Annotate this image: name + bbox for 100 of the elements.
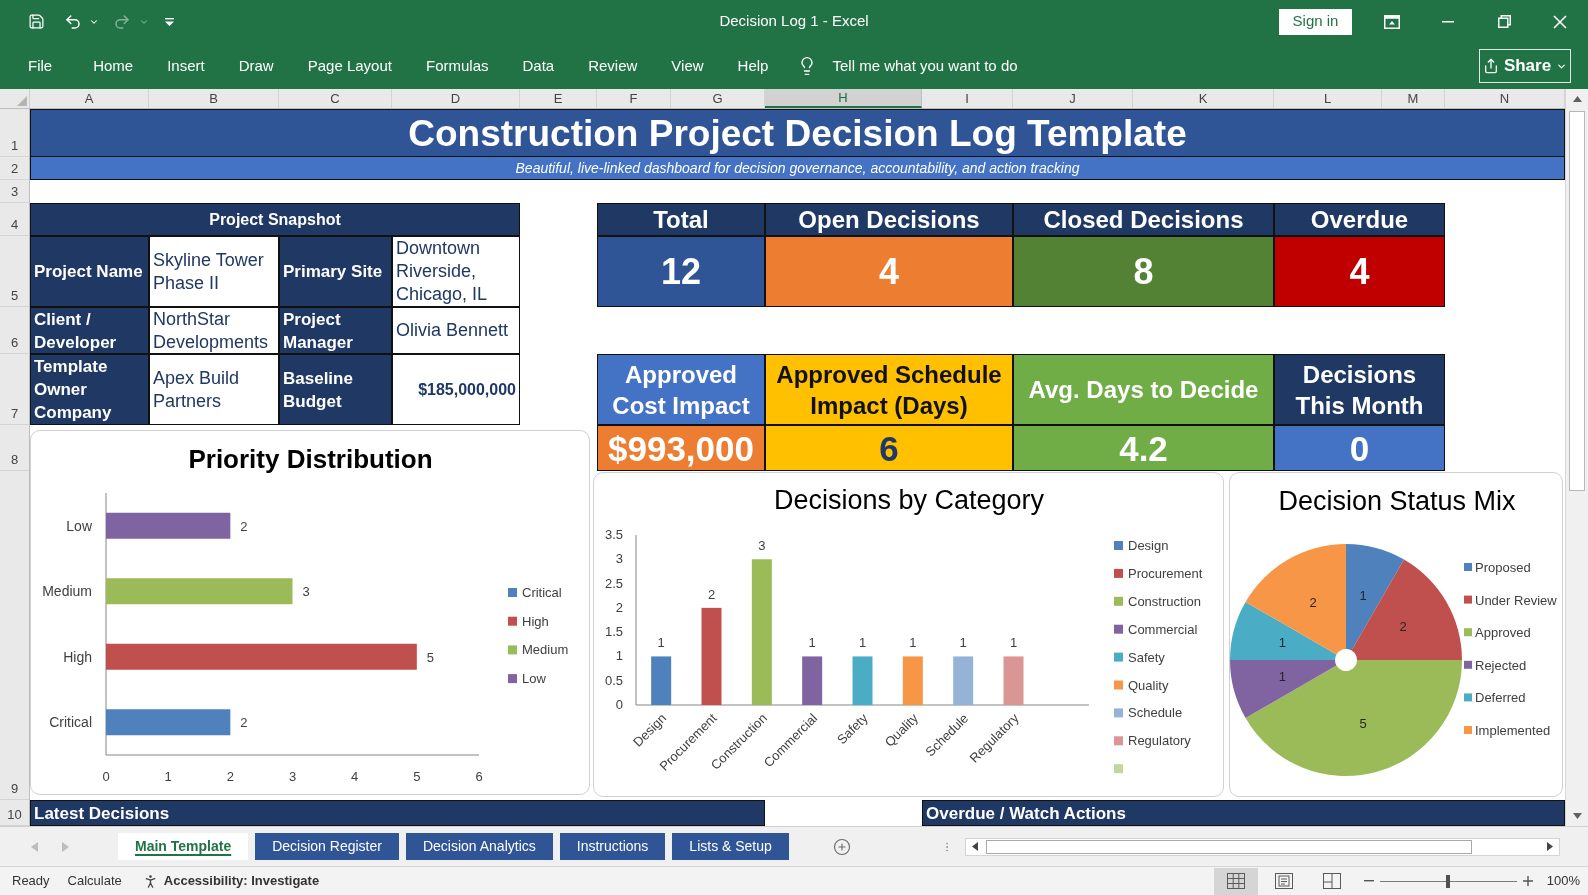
legend-label: Procurement bbox=[1128, 565, 1203, 581]
ribbon-tab[interactable]: Page Layout bbox=[290, 48, 409, 84]
ribbon-tab[interactable]: File bbox=[4, 48, 77, 84]
row-header[interactable]: 8 bbox=[0, 425, 29, 471]
field-label: Client / Developer bbox=[30, 307, 149, 354]
row-header[interactable]: 6 bbox=[0, 307, 29, 354]
customize-menu-icon[interactable] bbox=[165, 17, 174, 26]
minimize-icon[interactable] bbox=[1442, 20, 1454, 23]
kpi-label: Total bbox=[597, 203, 765, 236]
sheet-tab[interactable]: Instructions bbox=[559, 833, 666, 860]
zoom-slider-thumb[interactable] bbox=[1446, 874, 1451, 888]
kpi-label: Approved Schedule Impact (Days) bbox=[765, 354, 1013, 425]
column-header[interactable]: E bbox=[520, 89, 597, 108]
sheet-tab[interactable]: Lists & Setup bbox=[672, 833, 789, 860]
axis-tick-label: 0 bbox=[102, 769, 110, 784]
zoom-level-text[interactable]: 100% bbox=[1546, 871, 1580, 891]
legend-label: Medium bbox=[522, 642, 569, 658]
field-value: NorthStar Developments bbox=[149, 307, 279, 354]
axis-tick-label: 3 bbox=[288, 769, 297, 784]
scrollbar-thumb[interactable] bbox=[985, 839, 1472, 854]
legend-label: Approved bbox=[1475, 625, 1531, 641]
field-label: Project Manager bbox=[279, 307, 392, 354]
view-button[interactable] bbox=[1213, 867, 1258, 895]
minus-icon[interactable] bbox=[1363, 880, 1374, 882]
column-header[interactable]: F bbox=[597, 89, 671, 108]
field-label: Primary Site bbox=[279, 236, 392, 307]
column-header[interactable]: A bbox=[30, 89, 149, 108]
undo-icon[interactable] bbox=[64, 12, 82, 31]
row-header[interactable]: 3 bbox=[0, 180, 29, 203]
sheet-tab[interactable]: Main Template bbox=[118, 833, 249, 860]
sign-in-button[interactable]: Sign in bbox=[1279, 8, 1352, 35]
sheet-tab[interactable]: Decision Analytics bbox=[405, 833, 553, 860]
snapshot-header: Project Snapshot bbox=[30, 203, 520, 236]
legend-label: Under Review bbox=[1475, 592, 1557, 608]
column-header[interactable]: M bbox=[1382, 89, 1445, 108]
column-header[interactable]: B bbox=[149, 89, 279, 108]
row-header[interactable]: 4 bbox=[0, 203, 29, 236]
row-header[interactable]: 5 bbox=[0, 236, 29, 307]
kpi-label: Avg. Days to Decide bbox=[1013, 354, 1274, 425]
ribbon-display-icon[interactable] bbox=[1384, 14, 1400, 29]
restore-icon[interactable] bbox=[1497, 15, 1511, 28]
ribbon-tab[interactable]: Insert bbox=[150, 48, 222, 84]
ribbon-tab[interactable]: Data bbox=[505, 48, 572, 84]
column-header[interactable]: H bbox=[765, 89, 922, 108]
scroll-up-icon[interactable] bbox=[1572, 96, 1582, 102]
plus-icon[interactable] bbox=[1522, 876, 1533, 886]
legend-label: Low bbox=[522, 671, 546, 687]
column-header[interactable]: L bbox=[1274, 89, 1382, 108]
column-header[interactable]: K bbox=[1133, 89, 1274, 108]
ribbon-tab[interactable]: Formulas bbox=[408, 48, 506, 84]
data-label: 5 bbox=[426, 649, 435, 665]
data-label: 5 bbox=[1359, 715, 1367, 731]
data-label: 1 bbox=[808, 635, 816, 651]
kpi-label: Overdue bbox=[1274, 203, 1445, 236]
plus-circle-icon[interactable] bbox=[832, 837, 851, 856]
axis-tick-label: 1 bbox=[164, 769, 172, 784]
sheet-title: Construction Project Decision Log Template bbox=[30, 109, 1565, 157]
horizontal-scrollbar[interactable] bbox=[964, 837, 1560, 856]
axis-tick-label: 1.5 bbox=[604, 624, 623, 640]
share-button[interactable]: Share bbox=[1479, 49, 1571, 83]
scroll-left-icon[interactable] bbox=[971, 842, 978, 851]
scroll-right-icon[interactable] bbox=[1546, 842, 1553, 851]
save-icon[interactable] bbox=[28, 13, 45, 30]
column-header[interactable]: C bbox=[279, 89, 392, 108]
kpi-value: $993,000 bbox=[597, 425, 765, 471]
calculate-button[interactable]: Calculate bbox=[67, 871, 122, 891]
row-header[interactable]: 9 bbox=[0, 471, 29, 800]
kpi-label: Approved Cost Impact bbox=[597, 354, 765, 425]
sheet-tab[interactable]: Decision Register bbox=[255, 833, 399, 860]
column-header[interactable]: D bbox=[392, 89, 520, 108]
field-label: Project Name bbox=[30, 236, 149, 307]
legend-label: Rejected bbox=[1475, 657, 1527, 673]
page-break-icon bbox=[1322, 873, 1341, 889]
row-header[interactable]: 7 bbox=[0, 354, 29, 425]
ribbon-tab[interactable]: Home bbox=[76, 48, 151, 84]
accessibility-button[interactable]: Accessibility: Investigate bbox=[141, 871, 320, 891]
close-icon[interactable] bbox=[1553, 14, 1567, 29]
scrollbar-thumb[interactable] bbox=[1569, 111, 1585, 491]
row-header[interactable]: 2 bbox=[0, 157, 29, 180]
kpi-label: Open Decisions bbox=[765, 203, 1013, 236]
ribbon-tab[interactable]: Draw bbox=[221, 48, 291, 84]
field-label: Template Owner Company bbox=[30, 354, 149, 425]
legend-label: Safety bbox=[1128, 649, 1165, 665]
column-header[interactable]: I bbox=[922, 89, 1013, 108]
row-header[interactable]: 1 bbox=[0, 109, 29, 157]
axis-tick-label: 2 bbox=[226, 769, 234, 784]
legend-label: Schedule bbox=[1128, 705, 1183, 721]
ribbon-tab[interactable]: Review bbox=[571, 48, 655, 84]
ribbon-tab[interactable]: Help bbox=[720, 48, 786, 84]
kpi-value: 12 bbox=[597, 236, 765, 307]
scroll-down-icon[interactable] bbox=[1572, 813, 1582, 819]
column-header[interactable]: J bbox=[1013, 89, 1133, 108]
axis-category-label: Medium bbox=[42, 583, 92, 600]
ribbon-tab[interactable]: View bbox=[654, 48, 721, 84]
field-value: Skyline Tower Phase II bbox=[149, 236, 279, 307]
axis-tick-label: 5 bbox=[413, 769, 421, 784]
tell-me-box[interactable]: Tell me what you want to do bbox=[797, 48, 1018, 84]
axis-tick-label: 6 bbox=[475, 769, 483, 784]
legend-label: Quality bbox=[1128, 677, 1169, 693]
chart-title: Decisions by Category bbox=[773, 485, 1045, 515]
